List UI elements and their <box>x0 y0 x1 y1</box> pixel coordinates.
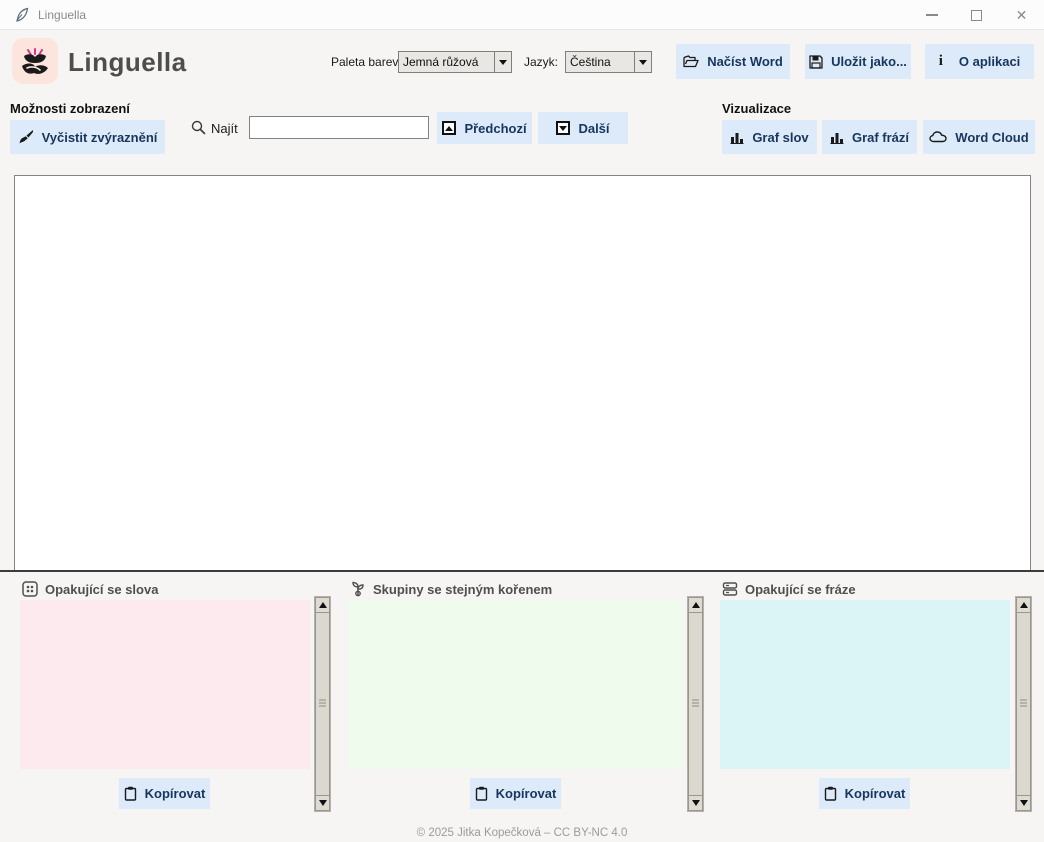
text-editor[interactable] <box>14 175 1031 570</box>
repeated-phrases-header: Opakující se fráze <box>722 581 856 597</box>
about-label: O aplikaci <box>958 54 1021 69</box>
repeated-phrases-title: Opakující se fráze <box>745 581 856 597</box>
quill-icon <box>14 7 30 23</box>
clipboard-icon <box>475 786 488 801</box>
clipboard-icon <box>824 786 837 801</box>
root-groups-box[interactable] <box>348 600 683 769</box>
previous-button[interactable]: Předchozí <box>437 112 532 144</box>
bar-chart-icon <box>730 130 744 144</box>
save-icon <box>809 54 823 69</box>
scroll-up-icon[interactable] <box>315 597 330 613</box>
palette-select[interactable]: Jemná růžová <box>398 51 512 73</box>
visualization-heading: Vizualizace <box>722 101 792 116</box>
load-word-label: Načíst Word <box>707 54 783 69</box>
repeated-words-box[interactable] <box>20 600 310 769</box>
titlebar: Linguella ✕ <box>0 0 1044 30</box>
copy-phrases-label: Kopírovat <box>844 786 906 801</box>
scrollbar-thumb[interactable] <box>1016 613 1031 795</box>
clear-highlight-button[interactable]: Vyčistit zvýraznění <box>10 120 165 154</box>
close-button[interactable]: ✕ <box>999 0 1044 30</box>
next-label: Další <box>578 120 610 136</box>
save-as-label: Uložit jako... <box>831 54 907 69</box>
info-icon: i <box>938 53 943 69</box>
palette-value: Jemná růžová <box>403 55 479 69</box>
find-input[interactable] <box>249 116 429 139</box>
word-cloud-button[interactable]: Word Cloud <box>923 120 1035 154</box>
save-as-button[interactable]: Uložit jako... <box>805 44 911 79</box>
minimize-button[interactable] <box>909 0 954 30</box>
word-chart-button[interactable]: Graf slov <box>722 120 817 154</box>
scroll-up-icon[interactable] <box>688 597 703 613</box>
language-label: Jazyk: <box>524 55 559 69</box>
about-button[interactable]: i O aplikaci <box>925 44 1034 79</box>
seedling-icon <box>350 581 366 597</box>
language-value: Čeština <box>570 55 611 69</box>
copy-words-label: Kopírovat <box>144 786 206 801</box>
repeated-words-title: Opakující se slova <box>45 581 159 597</box>
previous-label: Předchozí <box>464 120 527 136</box>
arrow-up-icon <box>442 121 457 135</box>
maximize-button[interactable] <box>954 0 999 30</box>
copy-roots-button[interactable]: Kopírovat <box>470 778 561 809</box>
folder-open-icon <box>683 55 699 68</box>
repeated-words-header: Opakující se slova <box>22 581 158 597</box>
root-groups-header: Skupiny se stejným kořenem <box>350 581 552 597</box>
arrow-down-icon <box>556 121 571 135</box>
language-select[interactable]: Čeština <box>565 51 652 73</box>
search-icon <box>190 119 207 136</box>
phrase-chart-button[interactable]: Graf frází <box>822 120 917 154</box>
load-word-button[interactable]: Načíst Word <box>676 44 790 79</box>
minimize-icon <box>925 14 938 16</box>
repeated-phrases-box[interactable] <box>720 600 1010 769</box>
language-dropdown-arrow[interactable] <box>634 52 651 72</box>
maximize-icon <box>971 9 982 21</box>
repeated-phrases-scrollbar[interactable] <box>1015 596 1032 812</box>
chevron-down-icon <box>499 59 507 65</box>
display-options-heading: Možnosti zobrazení <box>10 101 130 116</box>
scrollbar-thumb[interactable] <box>688 613 703 795</box>
clipboard-icon <box>124 786 137 801</box>
scroll-down-icon[interactable] <box>1016 795 1031 811</box>
scroll-down-icon[interactable] <box>688 795 703 811</box>
word-chart-label: Graf slov <box>752 129 809 145</box>
scrollbar-thumb[interactable] <box>315 613 330 795</box>
close-icon: ✕ <box>1015 7 1028 23</box>
phrase-chart-label: Graf frází <box>851 129 910 145</box>
copy-phrases-button[interactable]: Kopírovat <box>819 778 910 809</box>
logo-book-icon <box>22 48 48 74</box>
stacked-books-icon <box>722 581 738 597</box>
repeated-words-scrollbar[interactable] <box>314 596 331 812</box>
root-groups-title: Skupiny se stejným kořenem <box>373 581 553 597</box>
window-title: Linguella <box>38 7 87 22</box>
cloud-icon <box>929 131 947 143</box>
app-logo <box>12 38 58 84</box>
chevron-down-icon <box>639 59 647 65</box>
root-groups-scrollbar[interactable] <box>687 596 704 812</box>
palette-dropdown-arrow[interactable] <box>494 52 511 72</box>
copy-roots-label: Kopírovat <box>495 786 557 801</box>
palette-label: Paleta barev <box>331 55 399 69</box>
divider <box>0 570 1044 572</box>
copy-words-button[interactable]: Kopírovat <box>119 778 210 809</box>
clear-highlight-label: Vyčistit zvýraznění <box>41 129 158 145</box>
next-button[interactable]: Další <box>538 112 628 144</box>
scroll-up-icon[interactable] <box>1016 597 1031 613</box>
grid-dots-icon <box>22 581 38 597</box>
copyright-text: © 2025 Jitka Kopečková – CC BY-NC 4.0 <box>416 827 628 839</box>
find-label: Najít <box>211 121 238 136</box>
scroll-down-icon[interactable] <box>315 795 330 811</box>
brush-icon <box>18 129 34 145</box>
app-title: Linguella <box>68 47 187 77</box>
bar-chart-icon <box>830 130 844 144</box>
word-cloud-label: Word Cloud <box>955 129 1029 145</box>
